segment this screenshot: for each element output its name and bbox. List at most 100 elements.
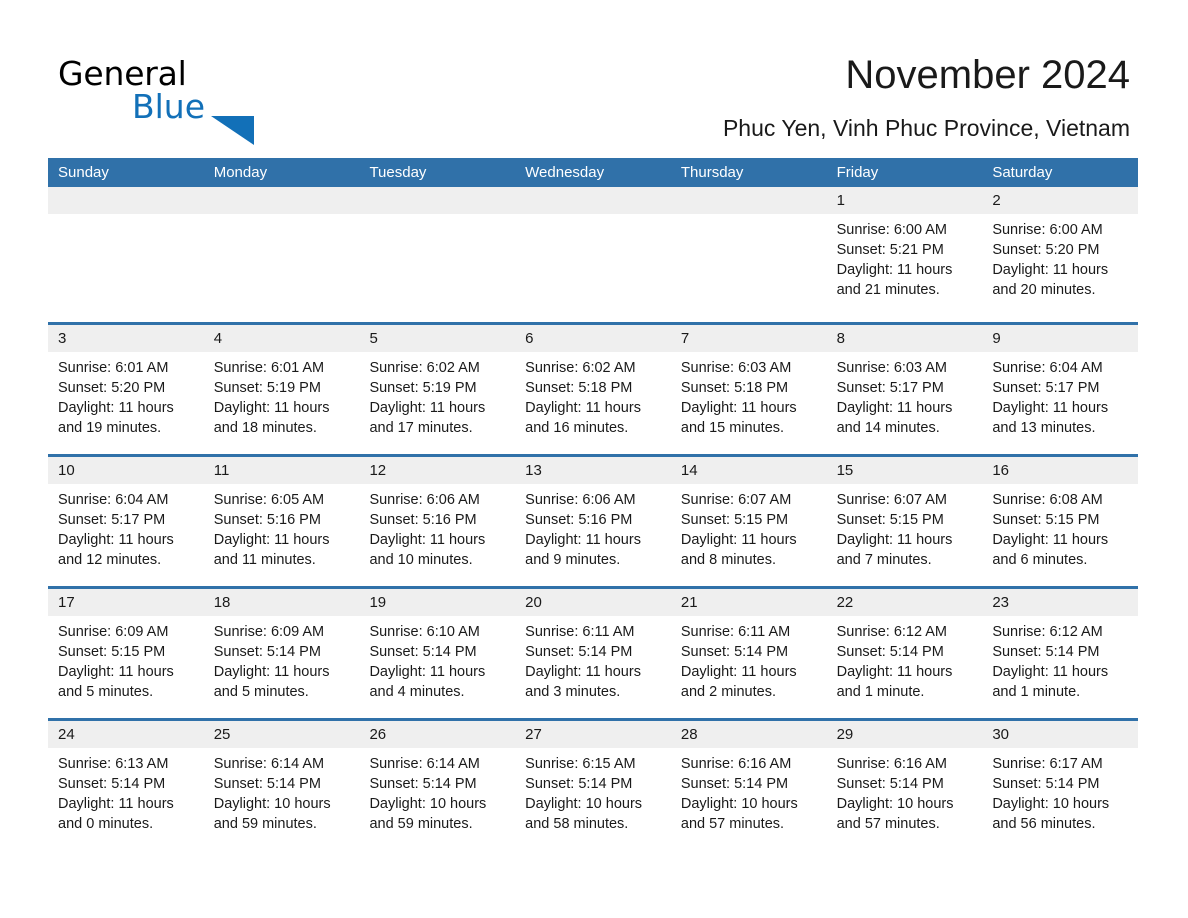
calendar-day-cell[interactable]: 12 Sunrise: 6:06 AM Sunset: 5:16 PM Dayligh… xyxy=(359,457,516,586)
brand-logo[interactable]: General Blue xyxy=(58,56,288,145)
calendar-day-cell[interactable]: 23 Sunrise: 6:12 AM Sunset: 5:14 PM Dayligh… xyxy=(982,589,1139,718)
sunrise-text: Sunrise: 6:10 AM xyxy=(369,624,480,640)
calendar-day-details: Sunrise: 6:04 AM Sunset: 5:17 PM Daylight:… xyxy=(982,352,1138,438)
calendar-day-header: 1 xyxy=(826,187,983,214)
calendar-day-number: 28 xyxy=(680,726,698,743)
daylight-text: Daylight: 11 hours and 4 minutes. xyxy=(369,664,486,700)
calendar-day-number: 11 xyxy=(213,462,230,479)
calendar-day-cell[interactable]: 26 Sunrise: 6:14 AM Sunset: 5:14 PM Dayligh… xyxy=(359,721,516,850)
calendar-day-cell[interactable]: 6 Sunrise: 6:02 AM Sunset: 5:18 PM Daylight… xyxy=(515,325,671,454)
calendar-day-cell[interactable]: 3 Sunrise: 6:01 AM Sunset: 5:20 PM Daylight… xyxy=(48,325,204,454)
sunset-text: Sunset: 5:17 PM xyxy=(992,380,1100,396)
calendar-weeks: 1 Sunrise: 6:00 AM Sunset: 5:21 PM Daylight… xyxy=(48,187,1139,850)
calendar-day-cell[interactable]: 16 Sunrise: 6:08 AM Sunset: 5:15 PM Dayligh… xyxy=(982,457,1139,586)
calendar-day-details: Sunrise: 6:09 AM Sunset: 5:14 PM Daylight:… xyxy=(204,616,360,702)
calendar-day-cell[interactable]: 29 Sunrise: 6:16 AM Sunset: 5:14 PM Dayligh… xyxy=(826,721,983,850)
calendar-day-cell[interactable]: 10 Sunrise: 6:04 AM Sunset: 5:17 PM Dayligh… xyxy=(48,457,204,586)
calendar-week-row: 24 Sunrise: 6:13 AM Sunset: 5:14 PM Dayligh… xyxy=(48,718,1139,850)
sunset-text: Sunset: 5:20 PM xyxy=(992,242,1100,258)
brand-name-blue: Blue xyxy=(132,87,206,126)
calendar-day-cell[interactable]: 30 Sunrise: 6:17 AM Sunset: 5:14 PM Dayligh… xyxy=(982,721,1139,850)
calendar-day-number: 15 xyxy=(836,462,854,479)
calendar-day-cell[interactable]: 11 Sunrise: 6:05 AM Sunset: 5:16 PM Dayligh… xyxy=(203,457,360,586)
sunset-text: Sunset: 5:17 PM xyxy=(58,512,166,528)
sunset-text: Sunset: 5:15 PM xyxy=(836,512,944,528)
sunset-text: Sunset: 5:14 PM xyxy=(369,644,477,660)
sunrise-text: Sunrise: 6:07 AM xyxy=(836,492,948,508)
calendar-day-cell[interactable]: 4 Sunrise: 6:01 AM Sunset: 5:19 PM Daylight… xyxy=(203,325,360,454)
daylight-text: Daylight: 11 hours and 7 minutes. xyxy=(836,532,953,568)
calendar-day-cell[interactable]: 20 Sunrise: 6:11 AM Sunset: 5:14 PM Dayligh… xyxy=(515,589,671,718)
calendar-day-cell[interactable]: 21 Sunrise: 6:11 AM Sunset: 5:14 PM Dayligh… xyxy=(670,589,827,718)
calendar-day-header: 10 xyxy=(48,457,204,484)
calendar-day-cell[interactable]: 2 Sunrise: 6:00 AM Sunset: 5:20 PM Daylight… xyxy=(982,187,1139,322)
calendar-day-header: 3 xyxy=(48,325,204,352)
calendar-day-cell[interactable]: 8 Sunrise: 6:03 AM Sunset: 5:17 PM Daylight… xyxy=(826,325,983,454)
calendar-day-header: 26 xyxy=(359,721,516,748)
calendar-day-number: 13 xyxy=(525,462,542,479)
calendar-day-number: 1 xyxy=(836,192,845,209)
sunset-text: Sunset: 5:16 PM xyxy=(525,512,633,528)
calendar-day-cell[interactable]: 18 Sunrise: 6:09 AM Sunset: 5:14 PM Dayligh… xyxy=(203,589,360,718)
weekday-saturday: Saturday xyxy=(992,164,1053,181)
calendar-day-number: 2 xyxy=(992,192,1001,209)
calendar-day-cell[interactable]: 5 Sunrise: 6:02 AM Sunset: 5:19 PM Daylight… xyxy=(359,325,516,454)
calendar-day-number: 20 xyxy=(525,594,542,611)
calendar-day-details: Sunrise: 6:03 AM Sunset: 5:18 PM Daylight:… xyxy=(671,352,827,438)
calendar-day-details: Sunrise: 6:02 AM Sunset: 5:19 PM Daylight:… xyxy=(359,352,515,438)
calendar-day-cell-empty xyxy=(48,187,204,322)
calendar-day-cell[interactable]: 22 Sunrise: 6:12 AM Sunset: 5:14 PM Dayligh… xyxy=(826,589,983,718)
calendar-day-cell[interactable]: 19 Sunrise: 6:10 AM Sunset: 5:14 PM Dayligh… xyxy=(359,589,516,718)
calendar-day-cell[interactable]: 24 Sunrise: 6:13 AM Sunset: 5:14 PM Dayligh… xyxy=(48,721,204,850)
sunset-text: Sunset: 5:15 PM xyxy=(680,512,789,528)
calendar-grid: Sunday Monday Tuesday Wednesday Thursday… xyxy=(48,158,1139,850)
calendar-day-cell[interactable]: 1 Sunrise: 6:00 AM Sunset: 5:21 PM Daylight… xyxy=(826,187,983,322)
calendar-day-cell[interactable]: 25 Sunrise: 6:14 AM Sunset: 5:14 PM Dayligh… xyxy=(203,721,360,850)
calendar-day-cell[interactable]: 9 Sunrise: 6:04 AM Sunset: 5:17 PM Daylight… xyxy=(982,325,1139,454)
calendar-day-cell[interactable]: 15 Sunrise: 6:07 AM Sunset: 5:15 PM Dayligh… xyxy=(826,457,983,586)
calendar-day-cell[interactable]: 13 Sunrise: 6:06 AM Sunset: 5:16 PM Dayligh… xyxy=(515,457,671,586)
calendar-day-header: 14 xyxy=(670,457,827,484)
sunset-text: Sunset: 5:14 PM xyxy=(525,776,633,792)
calendar-day-header: 19 xyxy=(359,589,516,616)
calendar-day-cell[interactable]: 14 Sunrise: 6:07 AM Sunset: 5:15 PM Dayligh… xyxy=(670,457,827,586)
calendar-day-number: 30 xyxy=(992,726,1009,743)
daylight-text: Daylight: 10 hours and 57 minutes. xyxy=(836,796,954,832)
calendar-day-cell[interactable]: 17 Sunrise: 6:09 AM Sunset: 5:15 PM Dayligh… xyxy=(48,589,204,718)
calendar-day-number: 12 xyxy=(369,462,387,479)
calendar-day-cell[interactable]: 27 Sunrise: 6:15 AM Sunset: 5:14 PM Dayligh… xyxy=(515,721,671,850)
sunset-text: Sunset: 5:18 PM xyxy=(680,380,789,396)
sunset-text: Sunset: 5:14 PM xyxy=(992,644,1100,660)
calendar-day-cell[interactable]: 7 Sunrise: 6:03 AM Sunset: 5:18 PM Daylight… xyxy=(670,325,827,454)
sunrise-text: Sunrise: 6:16 AM xyxy=(836,756,948,772)
sunrise-text: Sunrise: 6:08 AM xyxy=(992,492,1103,508)
sunset-text: Sunset: 5:14 PM xyxy=(58,776,166,792)
weekday-wednesday: Wednesday xyxy=(525,164,605,181)
daylight-text: Daylight: 10 hours and 59 minutes. xyxy=(213,796,331,832)
sunrise-text: Sunrise: 6:02 AM xyxy=(525,360,636,376)
sunrise-text: Sunrise: 6:17 AM xyxy=(992,756,1103,772)
daylight-text: Daylight: 10 hours and 58 minutes. xyxy=(525,796,643,832)
calendar-day-header: 15 xyxy=(826,457,983,484)
calendar-day-header: 4 xyxy=(203,325,360,352)
daylight-text: Daylight: 11 hours and 8 minutes. xyxy=(680,532,797,568)
calendar-week-row: 3 Sunrise: 6:01 AM Sunset: 5:20 PM Daylight… xyxy=(48,322,1139,454)
calendar-day-number: 27 xyxy=(525,726,542,743)
calendar-day-cell-empty xyxy=(670,187,827,322)
daylight-text: Daylight: 11 hours and 19 minutes. xyxy=(58,400,174,436)
calendar-day-details: Sunrise: 6:16 AM Sunset: 5:14 PM Daylight:… xyxy=(671,748,827,834)
sunrise-text: Sunrise: 6:07 AM xyxy=(680,492,792,508)
calendar-day-header: 29 xyxy=(826,721,983,748)
weekday-tuesday: Tuesday xyxy=(369,164,427,181)
calendar-day-details: Sunrise: 6:10 AM Sunset: 5:14 PM Daylight:… xyxy=(359,616,515,702)
calendar-day-number: 18 xyxy=(213,594,231,611)
daylight-text: Daylight: 11 hours and 16 minutes. xyxy=(525,400,641,436)
sunrise-text: Sunrise: 6:14 AM xyxy=(213,756,325,772)
weekday-friday: Friday xyxy=(836,164,879,181)
calendar-day-cell[interactable]: 28 Sunrise: 6:16 AM Sunset: 5:14 PM Dayligh… xyxy=(670,721,827,850)
sunrise-text: Sunrise: 6:01 AM xyxy=(213,360,325,376)
sunset-text: Sunset: 5:14 PM xyxy=(525,644,633,660)
sunset-text: Sunset: 5:14 PM xyxy=(213,644,321,660)
sunset-text: Sunset: 5:16 PM xyxy=(369,512,477,528)
calendar-day-number: 17 xyxy=(58,594,75,611)
